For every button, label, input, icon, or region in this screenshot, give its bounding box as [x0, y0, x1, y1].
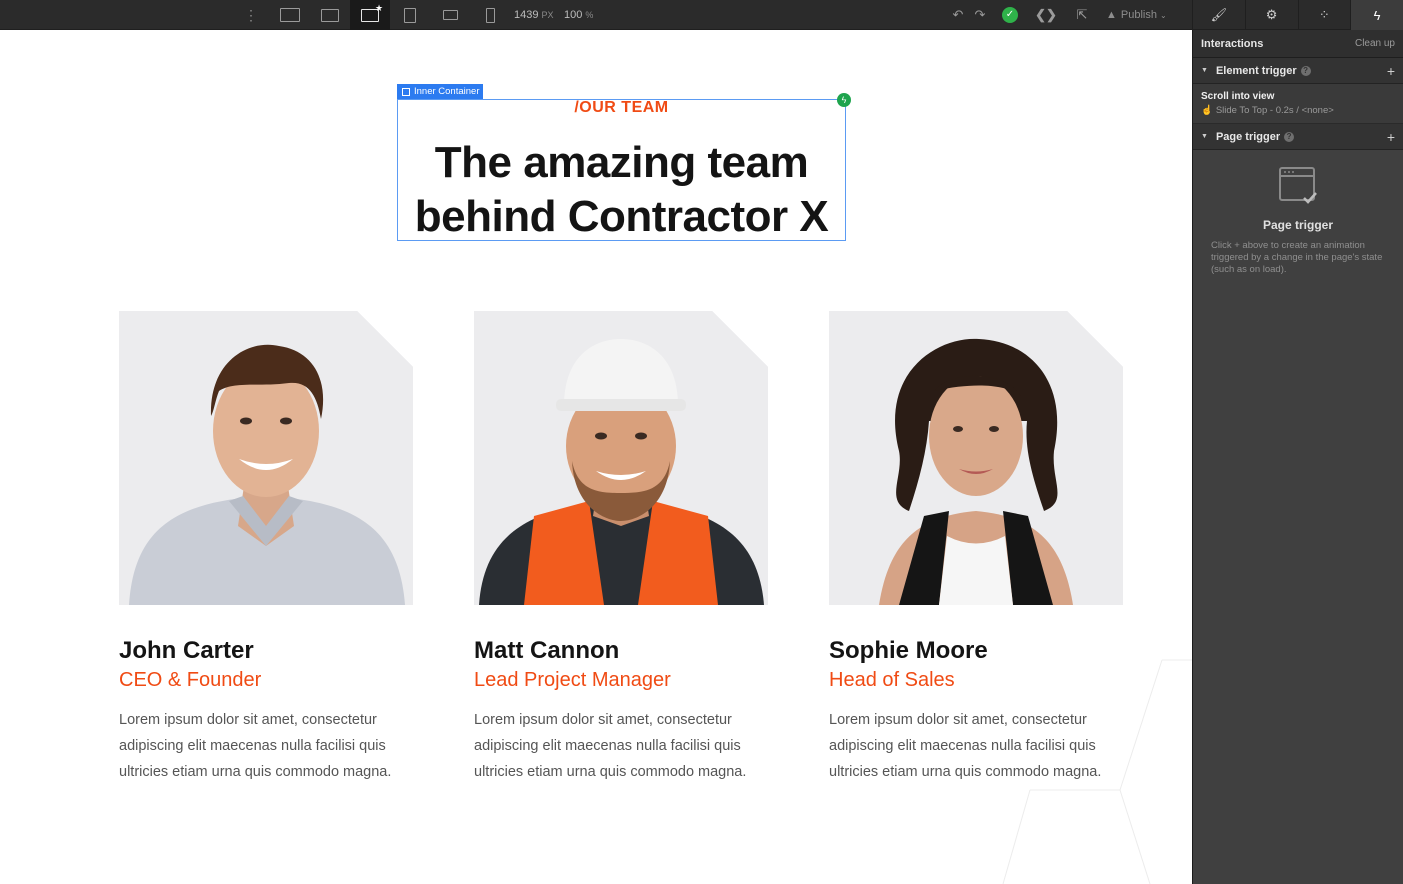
add-page-trigger-button[interactable]: +: [1387, 129, 1395, 145]
element-trigger-label: Element trigger: [1215, 64, 1297, 77]
publish-button[interactable]: ▲ Publish ⌄: [1106, 0, 1167, 30]
member-name: Matt Cannon: [474, 637, 620, 664]
selection-label[interactable]: Inner Container: [397, 84, 484, 99]
page-trigger-section[interactable]: ▼ Page trigger ? +: [1193, 124, 1403, 150]
status-check-button[interactable]: ✓: [995, 0, 1025, 30]
empty-state-description: Click + above to create an animation tri…: [1211, 240, 1383, 275]
team-photo: [474, 311, 768, 605]
trigger-detail: Slide To Top - 0.2s / <none>: [1215, 105, 1334, 116]
team-photo: [829, 311, 1123, 605]
desktop-base-icon[interactable]: ★: [350, 0, 390, 30]
zoom-unit: %: [585, 10, 594, 20]
width-unit: PX: [541, 10, 554, 20]
add-element-trigger-button[interactable]: +: [1387, 63, 1395, 79]
caret-down-icon: ▼: [1201, 67, 1208, 74]
redo-icon[interactable]: ↷: [965, 0, 995, 30]
settings-gear-icon[interactable]: ⚙: [1244, 0, 1298, 30]
section-eyebrow: /OUR TEAM: [574, 99, 669, 116]
desktop-icon[interactable]: [310, 0, 350, 30]
pointer-hand-icon: ☝: [1201, 105, 1213, 116]
desktop-large-icon[interactable]: [270, 0, 310, 30]
lightning-icon[interactable]: ϟ: [1350, 0, 1403, 30]
mobile-portrait-icon[interactable]: [470, 0, 510, 30]
member-bio: Lorem ipsum dolor sit amet, consectetur …: [119, 712, 392, 780]
width-value: 1439: [514, 9, 539, 21]
canvas-width-readout[interactable]: 1439 PX: [514, 0, 554, 30]
member-name: Sophie Moore: [829, 637, 988, 664]
selection-label-text: Inner Container: [414, 86, 480, 97]
empty-state-title: Page trigger: [1262, 218, 1334, 232]
top-toolbar: ⋮ ★ 1439 PX 100 % ↶ ↷ ✓ ❮❯ ⇱ ▲ Publish ⌄ …: [0, 0, 1403, 30]
member-role: Lead Project Manager: [474, 669, 671, 691]
trigger-name: Scroll into view: [1201, 91, 1275, 102]
team-photo: [119, 311, 413, 605]
member-role: Head of Sales: [829, 669, 955, 691]
design-canvas: Inner Container ϟ /OUR TEAM The amazing …: [0, 30, 1192, 884]
panel-tabs: 🖌 ⚙ ⁘ ϟ: [1192, 0, 1403, 30]
element-trigger-section[interactable]: ▼ Element trigger ? +: [1193, 58, 1403, 84]
check-icon: ✓: [1002, 7, 1018, 23]
member-bio: Lorem ipsum dolor sit amet, consectetur …: [829, 712, 1102, 780]
interactions-panel: Interactions Clean up ▼ Element trigger …: [1192, 30, 1403, 884]
clean-up-button[interactable]: Clean up: [1355, 38, 1395, 49]
page-trigger-icon: [1279, 167, 1317, 204]
panel-title: Interactions: [1201, 37, 1264, 50]
code-icon[interactable]: ❮❯: [1031, 0, 1061, 30]
member-bio: Lorem ipsum dolor sit amet, consectetur …: [474, 712, 747, 780]
caret-down-icon: ▼: [1201, 133, 1208, 140]
trigger-item[interactable]: Scroll into view ☝ Slide To Top - 0.2s / …: [1193, 84, 1403, 124]
heading-line-2: behind Contractor X: [414, 192, 829, 241]
zoom-value: 100: [564, 9, 583, 21]
publish-icon: ▲: [1106, 9, 1117, 21]
member-name: John Carter: [119, 637, 254, 664]
zoom-readout[interactable]: 100 %: [564, 0, 593, 30]
page-trigger-empty-state: Page trigger Click + above to create an …: [1193, 150, 1403, 276]
mobile-landscape-icon[interactable]: [430, 0, 470, 30]
help-icon[interactable]: ?: [1300, 65, 1311, 76]
element-box-icon: [402, 87, 410, 96]
style-brush-icon[interactable]: 🖌: [1192, 0, 1245, 30]
page-title: The amazing team behind Contractor X: [397, 136, 846, 244]
panel-header: Interactions Clean up: [1193, 30, 1403, 58]
page-trigger-label: Page trigger: [1215, 130, 1281, 143]
interactions-drops-icon[interactable]: ⁘: [1297, 0, 1351, 30]
heading-line-1: The amazing team: [434, 138, 809, 187]
trigger-detail-row: ☝ Slide To Top - 0.2s / <none>: [1201, 105, 1395, 116]
help-icon[interactable]: ?: [1284, 131, 1295, 142]
tablet-icon[interactable]: [390, 0, 430, 30]
more-vertical-icon[interactable]: ⋮: [243, 0, 259, 30]
export-icon[interactable]: ⇱: [1067, 0, 1097, 30]
chevron-down-icon: ⌄: [1160, 11, 1167, 20]
member-role: CEO & Founder: [119, 669, 262, 691]
publish-label: Publish: [1120, 9, 1157, 21]
